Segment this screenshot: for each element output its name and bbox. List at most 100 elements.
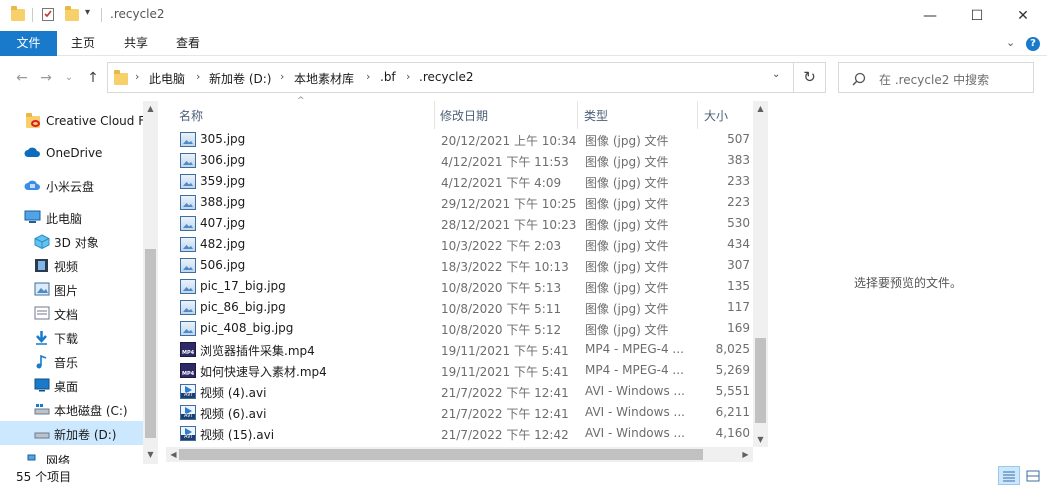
tab-file[interactable]: 文件 — [0, 31, 57, 56]
search-input[interactable]: 在 .recycle2 中搜索 — [838, 62, 1034, 93]
back-button[interactable]: ← — [13, 69, 31, 87]
column-header-date[interactable]: 修改日期 — [440, 107, 488, 124]
recent-locations-button[interactable]: ⌄ — [60, 69, 78, 87]
tab-view[interactable]: 查看 — [165, 31, 211, 56]
table-row[interactable]: 305.jpg 20/12/2021 上午 10:34 图像 (jpg) 文件 507 — [175, 129, 755, 150]
help-icon[interactable]: ? — [1026, 37, 1040, 51]
scroll-down-arrow[interactable]: ▼ — [753, 432, 768, 447]
breadcrumb-bf[interactable]: .bf — [380, 70, 396, 84]
table-row[interactable]: 482.jpg 10/3/2022 下午 2:03 图像 (jpg) 文件 434 — [175, 234, 755, 255]
nav-item-this-pc[interactable]: 此电脑 — [0, 205, 143, 229]
column-divider[interactable] — [434, 101, 435, 129]
table-row[interactable]: 407.jpg 28/12/2021 下午 10:23 图像 (jpg) 文件 530 — [175, 213, 755, 234]
up-button[interactable]: ↑ — [84, 69, 102, 87]
breadcrumb-drive-d[interactable]: 新加卷 (D:) — [209, 70, 271, 87]
tab-share[interactable]: 共享 — [113, 31, 159, 56]
table-row[interactable]: 388.jpg 29/12/2021 下午 10:25 图像 (jpg) 文件 223 — [175, 192, 755, 213]
column-header-size[interactable]: 大小 — [704, 107, 728, 124]
file-list-horizontal-scrollbar[interactable]: ◀ ▶ — [166, 447, 753, 462]
table-row[interactable]: pic_86_big.jpg 10/8/2020 下午 5:11 图像 (jpg) … — [175, 297, 755, 318]
table-row[interactable]: 359.jpg 4/12/2021 下午 4:09 图像 (jpg) 文件 233 — [175, 171, 755, 192]
file-type: 图像 (jpg) 文件 — [585, 323, 669, 337]
image-file-icon — [180, 174, 196, 189]
breadcrumb-separator: › — [280, 70, 285, 83]
nav-item-onedrive[interactable]: OneDrive — [0, 141, 143, 165]
nav-item-local-disk-c[interactable]: 本地磁盘 (C:) — [0, 397, 143, 421]
expand-ribbon-icon[interactable]: ⌄ — [1006, 36, 1015, 49]
table-row[interactable]: 浏览器插件采集.mp4 19/11/2021 下午 5:41 MP4 - MPEG-… — [175, 339, 755, 360]
breadcrumb-local-library[interactable]: 本地素材库 — [294, 70, 354, 87]
search-placeholder: 在 .recycle2 中搜索 — [879, 73, 990, 87]
refresh-button[interactable]: ↻ — [794, 62, 826, 93]
nav-item-desktop[interactable]: 桌面 — [0, 373, 143, 397]
nav-item-pictures[interactable]: 图片 — [0, 277, 143, 301]
table-row[interactable]: 506.jpg 18/3/2022 下午 10:13 图像 (jpg) 文件 307 — [175, 255, 755, 276]
file-size: 383 — [727, 153, 750, 167]
address-bar[interactable]: › 此电脑 › 新加卷 (D:) › 本地素材库 › .bf › .recycl… — [107, 62, 794, 93]
scroll-right-arrow[interactable]: ▶ — [738, 447, 753, 462]
properties-icon[interactable] — [41, 7, 57, 21]
file-name: 359.jpg — [200, 174, 246, 188]
nav-item-downloads[interactable]: 下载 — [0, 325, 143, 349]
table-row[interactable]: 视频 (6).avi 21/7/2022 下午 12:41 AVI - Window… — [175, 402, 755, 423]
nav-item-music[interactable]: 音乐 — [0, 349, 143, 373]
column-header-type[interactable]: 类型 — [584, 107, 608, 124]
nav-item-xiaomi-cloud[interactable]: 小米云盘 — [0, 173, 143, 197]
maximize-button[interactable]: ☐ — [954, 0, 1000, 31]
nav-item-videos[interactable]: 视频 — [0, 253, 143, 277]
new-folder-icon[interactable] — [64, 6, 80, 21]
tab-home[interactable]: 主页 — [60, 31, 106, 56]
image-file-icon — [180, 300, 196, 315]
nav-item-network[interactable]: 网络 — [0, 451, 143, 464]
scrollbar-thumb[interactable] — [755, 338, 766, 423]
breadcrumb-recycle2[interactable]: .recycle2 — [419, 70, 474, 84]
navigation-pane-scrollbar[interactable]: ▲ ▼ — [143, 101, 158, 464]
file-name: 482.jpg — [200, 237, 246, 251]
nav-item-documents[interactable]: 文档 — [0, 301, 143, 325]
file-name: 407.jpg — [200, 216, 246, 230]
avi-file-icon — [180, 405, 196, 420]
table-row[interactable]: pic_17_big.jpg 10/8/2020 下午 5:13 图像 (jpg) … — [175, 276, 755, 297]
documents-icon — [34, 306, 50, 320]
scroll-up-arrow[interactable]: ▲ — [143, 101, 158, 116]
nav-item-creative-cloud[interactable]: Creative Cloud F — [0, 109, 145, 133]
nav-item-3d-objects[interactable]: 3D 对象 — [0, 229, 143, 253]
table-row[interactable]: 如何快速导入素材.mp4 19/11/2021 下午 5:41 MP4 - MPEG… — [175, 360, 755, 381]
image-file-icon — [180, 279, 196, 294]
scrollbar-thumb[interactable] — [145, 249, 156, 438]
drive-icon — [34, 426, 50, 440]
table-row[interactable]: pic_408_big.jpg 10/8/2020 下午 5:12 图像 (jpg)… — [175, 318, 755, 339]
file-list-vertical-scrollbar[interactable]: ▲ ▼ — [753, 101, 768, 447]
scrollbar-thumb[interactable] — [179, 449, 703, 460]
table-row[interactable]: 视频 (15).avi 21/7/2022 下午 12:42 AVI - Windo… — [175, 423, 755, 444]
address-dropdown-button[interactable]: ⌄ — [772, 69, 780, 80]
divider — [101, 8, 102, 22]
column-divider[interactable] — [697, 101, 698, 129]
column-header-name[interactable]: 名称 — [179, 107, 203, 124]
forward-button[interactable]: → — [37, 69, 55, 87]
large-icons-view-button[interactable] — [1022, 466, 1044, 485]
table-row[interactable]: 视频 (4).avi 21/7/2022 下午 12:41 AVI - Window… — [175, 381, 755, 402]
file-name: pic_408_big.jpg — [200, 321, 294, 335]
close-button[interactable]: ✕ — [1000, 0, 1046, 31]
column-divider[interactable] — [577, 101, 578, 129]
image-file-icon — [180, 153, 196, 168]
breadcrumb-this-pc[interactable]: 此电脑 — [149, 70, 185, 87]
details-view-button[interactable] — [998, 466, 1020, 485]
table-row[interactable]: 306.jpg 4/12/2021 下午 11:53 图像 (jpg) 文件 383 — [175, 150, 755, 171]
column-header-row: ^ 名称 修改日期 类型 大小 — [166, 96, 753, 129]
file-size: 233 — [727, 174, 750, 188]
this-pc-icon — [24, 210, 41, 224]
creative-cloud-icon — [26, 113, 41, 128]
file-type: 图像 (jpg) 文件 — [585, 218, 669, 232]
file-date: 19/11/2021 下午 5:41 — [441, 365, 569, 379]
nav-item-drive-d[interactable]: 新加卷 (D:) — [0, 421, 143, 445]
scroll-up-arrow[interactable]: ▲ — [753, 101, 768, 116]
ribbon-tabs: 文件 主页 共享 查看 ⌄ ? — [0, 31, 1047, 56]
scroll-down-arrow[interactable]: ▼ — [143, 447, 158, 462]
minimize-button[interactable]: — — [907, 0, 953, 31]
videos-icon — [34, 258, 49, 272]
details-view-icon — [1003, 471, 1015, 482]
file-name: 视频 (6).avi — [200, 407, 267, 421]
chevron-down-icon[interactable]: ▾ — [85, 7, 101, 21]
